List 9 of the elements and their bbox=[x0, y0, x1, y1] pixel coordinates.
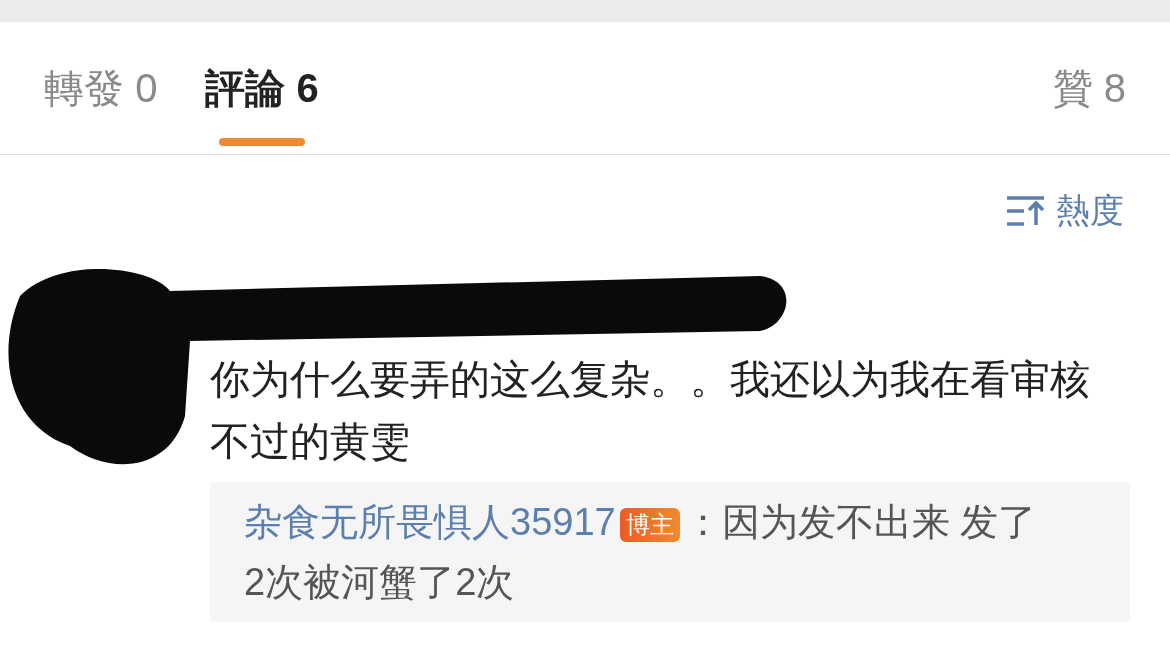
tab[interactable]: 贊 8 bbox=[1052, 22, 1126, 154]
comment-text: 你为什么要弄的这么复杂。。我还以为我在看审核不过的黄雯 bbox=[210, 356, 1091, 465]
reply-text: 杂食无所畏惧人35917 博主 ：因为发不出来 发了2次被河蟹了2次 bbox=[244, 500, 1038, 605]
sort-icon bbox=[1006, 194, 1046, 227]
tab[interactable]: 評論 6 bbox=[205, 22, 319, 154]
author-badge: 博主 bbox=[619, 507, 680, 542]
tab[interactable]: 轉發 0 bbox=[44, 22, 158, 154]
sort-button[interactable]: 熱度 bbox=[1006, 185, 1124, 236]
reply-author[interactable]: 杂食无所畏惧人35917 bbox=[244, 501, 616, 543]
